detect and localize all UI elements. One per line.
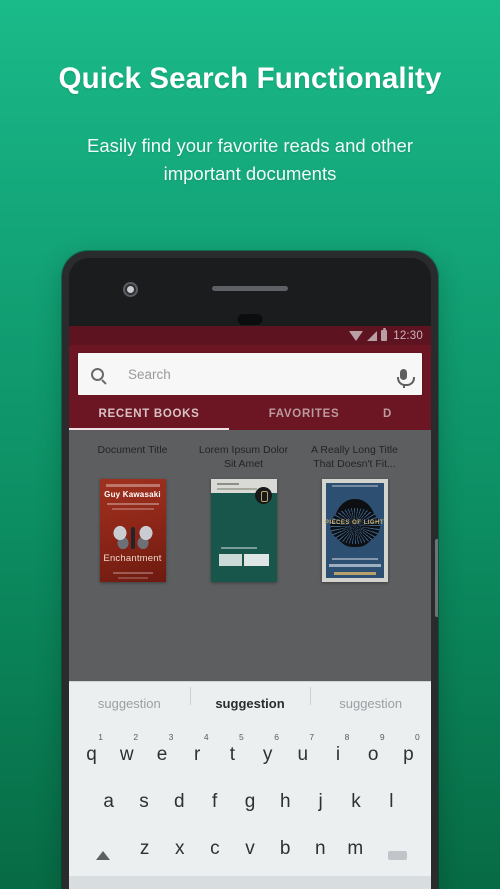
keyboard-row-3: z x c v b n m bbox=[74, 825, 426, 872]
key-n[interactable]: n bbox=[303, 825, 338, 872]
cover-title: PIECES OF LIGHT bbox=[324, 520, 385, 526]
phone-top-bezel bbox=[69, 258, 431, 326]
tab-documents[interactable]: D bbox=[379, 408, 431, 430]
phone-mockup: 12:30 Search RECENT BOOKS FAVORITES D Do… bbox=[62, 251, 438, 889]
key-a[interactable]: a bbox=[91, 778, 126, 825]
promo-header: Quick Search Functionality Easily find y… bbox=[0, 0, 500, 188]
key-t[interactable]: 5t bbox=[215, 731, 250, 778]
key-z[interactable]: z bbox=[127, 825, 162, 872]
book-title: Lorem Ipsum Dolor Sit Amet bbox=[198, 444, 289, 470]
key-l[interactable]: l bbox=[374, 778, 409, 825]
key-g[interactable]: g bbox=[232, 778, 267, 825]
suggestion-item-3[interactable]: suggestion bbox=[310, 687, 431, 711]
backspace-key-icon[interactable] bbox=[373, 837, 422, 860]
key-f[interactable]: f bbox=[197, 778, 232, 825]
list-item[interactable]: Document Title Guy Kawasaki Enchantment bbox=[82, 444, 183, 582]
key-j[interactable]: j bbox=[303, 778, 338, 825]
key-v[interactable]: v bbox=[232, 825, 267, 872]
key-h[interactable]: h bbox=[268, 778, 303, 825]
power-button[interactable] bbox=[435, 539, 438, 617]
wifi-icon bbox=[349, 330, 364, 341]
book-title: A Really Long Title That Doesn't Fit... bbox=[311, 444, 398, 470]
shift-key-icon[interactable] bbox=[78, 837, 127, 860]
key-e[interactable]: 3e bbox=[144, 731, 179, 778]
book-cover-enchantment[interactable]: Guy Kawasaki Enchantment bbox=[99, 479, 166, 582]
list-item[interactable]: A Really Long Title That Doesn't Fit... … bbox=[304, 444, 405, 582]
page-subtitle: Easily find your favorite reads and othe… bbox=[87, 135, 413, 184]
app-bar: Search bbox=[69, 345, 431, 395]
key-w[interactable]: 2w bbox=[109, 731, 144, 778]
status-bar-time: 12:30 bbox=[393, 329, 423, 342]
on-screen-keyboard: 1q 2w 3e 4r 5t 6y 7u 8i 9o 0p a s d f g bbox=[69, 725, 431, 876]
key-x[interactable]: x bbox=[162, 825, 197, 872]
book-shelf: Document Title Guy Kawasaki Enchantment … bbox=[69, 430, 431, 582]
key-s[interactable]: s bbox=[126, 778, 161, 825]
phone-screen: 12:30 Search RECENT BOOKS FAVORITES D Do… bbox=[69, 326, 431, 889]
key-k[interactable]: k bbox=[338, 778, 373, 825]
book-cover-mobile-first[interactable] bbox=[210, 479, 277, 582]
front-camera-icon bbox=[123, 282, 138, 297]
award-badge-icon bbox=[254, 487, 272, 504]
keyboard-row-2: a s d f g h j k l bbox=[74, 778, 426, 825]
key-y[interactable]: 6y bbox=[250, 731, 285, 778]
status-bar: 12:30 bbox=[69, 326, 431, 345]
page-title: Quick Search Functionality bbox=[58, 62, 442, 95]
key-o[interactable]: 9o bbox=[356, 731, 391, 778]
search-input[interactable]: Search bbox=[104, 367, 400, 382]
key-r[interactable]: 4r bbox=[180, 731, 215, 778]
suggestion-item-1[interactable]: suggestion bbox=[69, 696, 190, 711]
key-m[interactable]: m bbox=[338, 825, 373, 872]
tab-bar: RECENT BOOKS FAVORITES D bbox=[69, 395, 431, 430]
battery-icon bbox=[381, 328, 388, 341]
key-p[interactable]: 0p bbox=[391, 731, 426, 778]
phone-body: 12:30 Search RECENT BOOKS FAVORITES D Do… bbox=[69, 258, 431, 889]
butterfly-icon bbox=[109, 523, 156, 549]
key-q[interactable]: 1q bbox=[74, 731, 109, 778]
book-title: Document Title bbox=[97, 444, 168, 456]
keyboard-row-1: 1q 2w 3e 4r 5t 6y 7u 8i 9o 0p bbox=[74, 731, 426, 778]
key-i[interactable]: 8i bbox=[320, 731, 355, 778]
cover-title: Enchantment bbox=[103, 553, 162, 564]
earpiece-speaker-icon bbox=[212, 286, 288, 291]
search-bar[interactable]: Search bbox=[78, 353, 422, 395]
suggestion-item-2[interactable]: suggestion bbox=[189, 687, 311, 711]
key-b[interactable]: b bbox=[268, 825, 303, 872]
microphone-icon[interactable] bbox=[396, 368, 415, 388]
key-c[interactable]: c bbox=[197, 825, 232, 872]
key-u[interactable]: 7u bbox=[285, 731, 320, 778]
signal-icon bbox=[367, 330, 378, 341]
content-area: Document Title Guy Kawasaki Enchantment … bbox=[69, 430, 431, 681]
list-item[interactable]: Lorem Ipsum Dolor Sit Amet bbox=[193, 444, 294, 582]
proximity-sensor-icon bbox=[237, 314, 263, 325]
tab-favorites[interactable]: FAVORITES bbox=[229, 408, 379, 430]
book-cover-pieces-of-light[interactable]: PIECES OF LIGHT bbox=[321, 479, 388, 582]
key-d[interactable]: d bbox=[162, 778, 197, 825]
search-icon bbox=[91, 367, 104, 381]
suggestion-bar: suggestion suggestion suggestion bbox=[69, 681, 431, 725]
cover-author: Guy Kawasaki bbox=[104, 490, 161, 499]
